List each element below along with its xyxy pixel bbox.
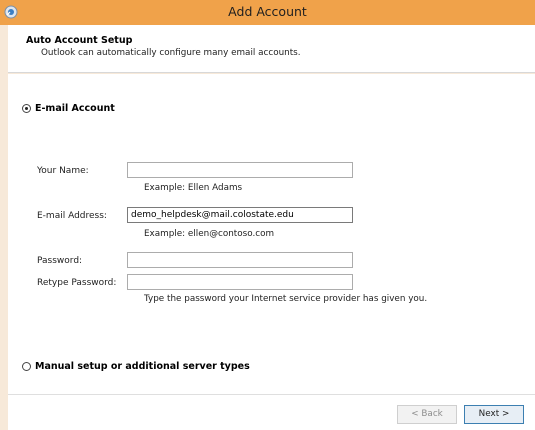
header-title: Auto Account Setup [26,35,133,46]
your-name-label: Your Name: [37,166,89,176]
window-title: Add Account [228,4,307,19]
manual-setup-label: Manual setup or additional server types [35,361,250,372]
add-account-window: Add Account Auto Account Setup Outlook c… [0,0,535,430]
retype-password-field[interactable] [127,274,353,290]
setup-header: Auto Account Setup Outlook can automatic… [8,25,535,73]
password-label: Password: [37,256,83,266]
next-button[interactable]: Next > [464,405,524,424]
manual-setup-radio[interactable] [22,362,31,371]
your-name-example: Example: Ellen Adams [144,183,243,193]
setup-content: E-mail Account Your Name: Example: Ellen… [8,74,535,394]
back-button[interactable]: < Back [397,405,457,424]
retype-password-label: Retype Password: [37,278,117,288]
email-address-field[interactable]: demo_helpdesk@mail.colostate.edu [127,207,353,223]
email-account-option[interactable]: E-mail Account [22,103,115,114]
password-field[interactable] [127,252,353,268]
email-address-label: E-mail Address: [37,211,107,221]
dialog-footer: < Back Next > [8,394,535,430]
email-address-example: Example: ellen@contoso.com [144,229,275,239]
email-account-radio[interactable] [22,104,31,113]
title-bar[interactable]: Add Account [0,0,535,25]
email-account-label: E-mail Account [35,103,115,114]
password-hint: Type the password your Internet service … [144,294,428,304]
manual-setup-option[interactable]: Manual setup or additional server types [22,361,250,372]
your-name-field[interactable] [127,162,353,178]
header-subtitle: Outlook can automatically configure many… [41,48,301,58]
